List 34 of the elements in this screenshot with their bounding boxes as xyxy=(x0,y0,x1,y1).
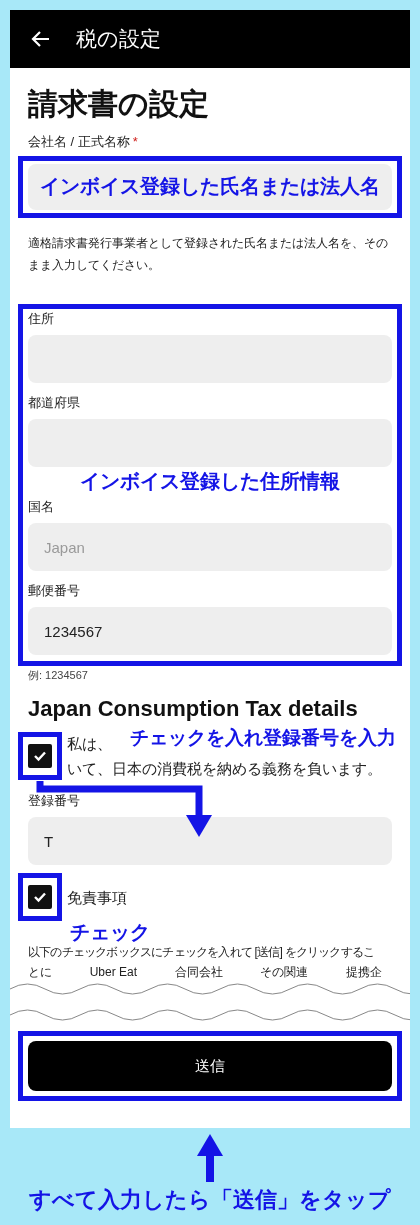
submit-button[interactable]: 送信 xyxy=(28,1041,392,1091)
checkbox-label: いて、日本の消費税を納める義務を負います。 xyxy=(67,759,382,779)
field-label: 会社名 / 正式名称 xyxy=(28,133,130,151)
text-fragment: とに xyxy=(28,964,52,981)
annotation-label: チェックを入れ登録番号を入力 xyxy=(130,726,396,750)
checkbox[interactable] xyxy=(28,744,52,768)
field-label: 郵便番号 xyxy=(28,582,81,600)
text-fragment: 合同会社 xyxy=(174,964,223,981)
field-label: 都道府県 xyxy=(28,394,81,412)
input-field[interactable]: インボイス登録した氏名または法人名 xyxy=(28,164,392,210)
field-label: 住所 xyxy=(28,310,55,328)
annotation-caption: すべて入力したら「送信」をタップ xyxy=(29,1186,391,1214)
checkbox-label: 私は、 xyxy=(67,734,112,754)
text-fragment: 提携企 xyxy=(346,964,382,981)
annotation-label: チェック xyxy=(70,921,150,943)
back-icon[interactable] xyxy=(30,29,52,49)
annotation-label: インボイス登録した氏名または法人名 xyxy=(40,174,380,199)
screen-title: 税の設定 xyxy=(76,26,161,52)
disclaimer-text: 以下のチェックボックスにチェックを入れて [送信] をクリックするこ xyxy=(28,944,375,961)
annotation-label: インボイス登録した住所情報 xyxy=(80,469,340,493)
checkbox[interactable] xyxy=(28,885,52,909)
up-arrow-icon xyxy=(195,1132,225,1184)
text-fragment: Uber Eat xyxy=(89,964,137,981)
required-mark: * xyxy=(132,133,138,151)
field-label: 国名 xyxy=(28,498,55,516)
input-field[interactable]: T xyxy=(28,817,392,865)
input-field[interactable]: 1234567 xyxy=(28,607,392,655)
checkbox-label: 免責事項 xyxy=(67,887,127,908)
help-text: 例: 1234567 xyxy=(28,668,89,683)
field-label: 登録番号 xyxy=(28,792,81,810)
page-heading: 請求書の設定 xyxy=(28,86,210,122)
text-fragment: その関連 xyxy=(260,964,309,981)
help-text: 適格請求書発行事業者として登録された氏名または法人名を、そのまま入力してください。 xyxy=(28,236,389,273)
section-heading: Japan Consumption Tax details xyxy=(28,695,359,723)
